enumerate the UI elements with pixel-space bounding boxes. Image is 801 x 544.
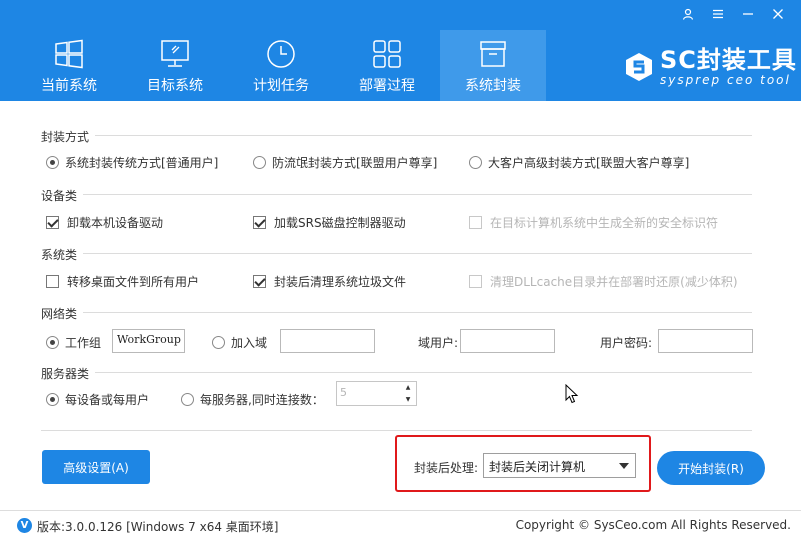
checkbox-clean-dllcache: 清理DLLcache目录并在部署时还原(减少体积) (469, 273, 738, 290)
tab-label: 计划任务 (253, 78, 309, 94)
post-process-select[interactable]: 封装后关闭计算机 (483, 453, 636, 478)
brand-subtitle: sysprep ceo tool (660, 73, 791, 87)
version-icon: V (17, 518, 32, 533)
radio-pack-traditional[interactable]: 系统封装传统方式[普通用户] (46, 154, 218, 171)
option-label: 每服务器,同时连接数： (200, 393, 324, 407)
tab-deploy-process[interactable]: 部署过程 (334, 30, 440, 101)
divider (41, 135, 752, 136)
option-label: 防流氓封装方式[联盟用户尊享] (272, 156, 438, 170)
password-input[interactable] (658, 329, 753, 353)
section-title-system: 系统类 (41, 246, 84, 263)
brand: SC封装工具 sysprep ceo tool (622, 48, 797, 86)
tab-current-system[interactable]: 当前系统 (16, 30, 122, 101)
tab-label: 目标系统 (147, 78, 203, 94)
domain-input[interactable] (280, 329, 375, 353)
chevron-down-icon (619, 463, 629, 469)
option-label: 每设备或每用户 (65, 393, 150, 407)
checkbox-indicator (46, 216, 59, 229)
checkbox-indicator (253, 275, 266, 288)
workgroup-input[interactable]: WorkGroup (112, 329, 185, 353)
option-label: 封装后清理系统垃圾文件 (274, 275, 407, 289)
brand-title: SC封装工具 (660, 46, 797, 74)
radio-workgroup[interactable]: 工作组 (46, 334, 101, 351)
menu-icon[interactable] (703, 4, 733, 24)
option-label: 转移桌面文件到所有用户 (67, 275, 200, 289)
checkbox-indicator (46, 275, 59, 288)
main-content: 封装方式 系统封装传统方式[普通用户] 防流氓封装方式[联盟用户尊享] 大客户高… (0, 101, 801, 510)
option-label: 大客户高级封装方式[联盟大客户尊享] (488, 156, 690, 170)
option-label: 系统封装传统方式[普通用户] (65, 156, 219, 170)
radio-indicator (46, 336, 59, 349)
radio-indicator (253, 156, 266, 169)
section-title-pack-mode: 封装方式 (41, 128, 96, 145)
connections-value: 5 (340, 386, 347, 399)
option-label: 清理DLLcache目录并在部署时还原(减少体积) (490, 275, 738, 289)
clock-icon (267, 40, 295, 68)
window-controls (673, 4, 793, 24)
checkbox-load-srs-driver[interactable]: 加载SRS磁盘控制器驱动 (253, 214, 406, 231)
radio-per-server[interactable]: 每服务器,同时连接数： (181, 391, 324, 408)
divider (41, 194, 752, 195)
monitor-icon (161, 40, 189, 67)
option-label: 加入域 (231, 336, 268, 350)
tab-scheduled-tasks[interactable]: 计划任务 (228, 30, 334, 101)
checkbox-uninstall-drivers[interactable]: 卸载本机设备驱动 (46, 214, 163, 231)
radio-indicator (46, 393, 59, 406)
post-process-label: 封装后处理: (414, 461, 479, 475)
radio-indicator (46, 156, 59, 169)
option-label: 加载SRS磁盘控制器驱动 (274, 216, 406, 230)
app-header: 当前系统 目标系统 计划任务 部署过程 系统封装 SC封装工具 sysprep … (0, 0, 801, 101)
minimize-icon[interactable] (733, 4, 763, 24)
option-label: 在目标计算机系统中生成全新的安全标识符 (490, 216, 719, 230)
option-label: 卸载本机设备驱动 (67, 216, 164, 230)
checkbox-indicator (469, 275, 482, 288)
stepper-up-icon[interactable]: ▲ (400, 382, 416, 394)
grid-icon (373, 40, 401, 68)
status-bar: V 版本:3.0.0.126 [Windows 7 x64 桌面环境] Copy… (0, 510, 801, 544)
main-nav: 当前系统 目标系统 计划任务 部署过程 系统封装 (16, 30, 546, 101)
tab-label: 当前系统 (41, 78, 97, 94)
radio-pack-enterprise[interactable]: 大客户高级封装方式[联盟大客户尊享] (469, 154, 689, 171)
checkbox-new-sid: 在目标计算机系统中生成全新的安全标识符 (469, 214, 718, 231)
radio-per-device[interactable]: 每设备或每用户 (46, 391, 149, 408)
section-title-server: 服务器类 (41, 365, 96, 382)
divider (41, 253, 752, 254)
domain-user-label: 域用户: (418, 336, 459, 350)
divider (41, 430, 752, 431)
divider (41, 312, 752, 313)
section-title-network: 网络类 (41, 305, 84, 322)
divider (41, 372, 752, 373)
radio-indicator (181, 393, 194, 406)
tab-label: 部署过程 (359, 78, 415, 94)
close-icon[interactable] (763, 4, 793, 24)
radio-pack-anti-rogue[interactable]: 防流氓封装方式[联盟用户尊享] (253, 154, 437, 171)
start-pack-button[interactable]: 开始封装(R) (657, 451, 765, 485)
checkbox-move-desktop-files[interactable]: 转移桌面文件到所有用户 (46, 273, 199, 290)
checkbox-indicator (253, 216, 266, 229)
copyright-text: Copyright © SysCeo.com All Rights Reserv… (515, 518, 791, 532)
tab-target-system[interactable]: 目标系统 (122, 30, 228, 101)
option-label: 工作组 (65, 336, 102, 350)
radio-indicator (469, 156, 482, 169)
domain-user-input[interactable] (460, 329, 555, 353)
mouse-cursor-icon (565, 384, 579, 404)
password-label: 用户密码: (600, 336, 653, 350)
box-icon (480, 41, 506, 67)
connections-stepper[interactable]: 5 ▲ ▼ (336, 381, 417, 406)
post-process-value: 封装后关闭计算机 (489, 460, 586, 474)
sc-logo-icon (626, 53, 652, 81)
version-text: 版本:3.0.0.126 [Windows 7 x64 桌面环境] (37, 520, 279, 534)
checkbox-indicator (469, 216, 482, 229)
section-title-device: 设备类 (41, 187, 84, 204)
stepper-down-icon[interactable]: ▼ (400, 394, 416, 406)
radio-join-domain[interactable]: 加入域 (212, 334, 267, 351)
checkbox-clean-junk[interactable]: 封装后清理系统垃圾文件 (253, 273, 406, 290)
tab-label: 系统封装 (465, 78, 521, 94)
advanced-settings-button[interactable]: 高级设置(A) (42, 450, 150, 484)
tab-system-pack[interactable]: 系统封装 (440, 30, 546, 101)
radio-indicator (212, 336, 225, 349)
windows-icon (55, 39, 83, 69)
user-icon[interactable] (673, 4, 703, 24)
